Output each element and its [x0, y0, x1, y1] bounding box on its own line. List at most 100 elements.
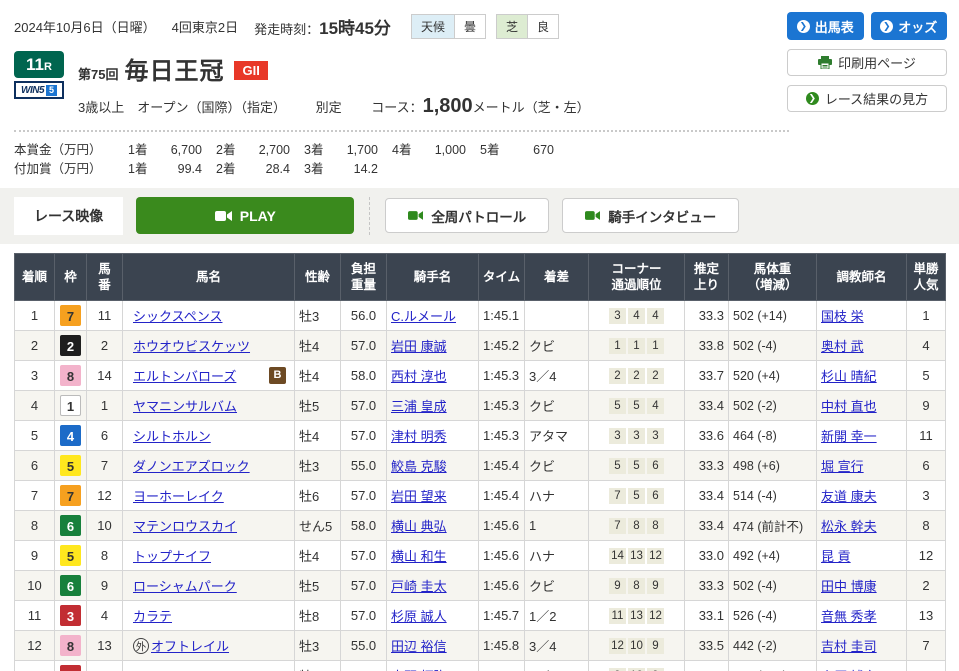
weather-box: 天候曇 [411, 14, 486, 39]
horse-number-cell: 2 [87, 331, 123, 361]
prize-place: 2着 [216, 141, 242, 160]
horse-name-link[interactable]: マテンロウスカイ [133, 519, 237, 534]
print-page-button[interactable]: 印刷用ページ [787, 49, 947, 76]
entries-button[interactable]: ❯ 出馬表 [787, 12, 864, 40]
jockey-link[interactable]: 戸崎 圭太 [391, 579, 447, 594]
jockey-link[interactable]: 鮫島 克駿 [391, 459, 447, 474]
margin-cell: 3／4 [525, 361, 589, 391]
horse-name-cell: シルトホルン [123, 421, 295, 451]
load-weight-cell: 57.0 [341, 571, 387, 601]
trainer-link[interactable]: 松永 幹夫 [821, 519, 877, 534]
bracket-badge: 6 [60, 575, 81, 596]
column-header-0: 着順 [15, 253, 55, 301]
time-cell: 1:45.6 [479, 511, 525, 541]
corner-position-box: 9 [647, 638, 664, 654]
horse-name-link[interactable]: エルトンバローズ [133, 369, 236, 384]
time-cell: 1:45.3 [479, 391, 525, 421]
jockey-link[interactable]: 横山 和生 [391, 549, 447, 564]
jockey-cell: 横山 典弘 [387, 511, 479, 541]
corner-position-box: 1 [647, 338, 664, 354]
trainer-cell: 松永 幹夫 [817, 511, 907, 541]
favorite-rank-cell: 4 [907, 331, 946, 361]
race-edition: 第75回 [78, 67, 118, 82]
sex-age-cell: 牡5 [295, 661, 341, 671]
horse-name-link[interactable]: オフトレイル [151, 639, 229, 654]
trainer-link[interactable]: 音無 秀孝 [821, 609, 877, 624]
favorite-rank-cell: 3 [907, 481, 946, 511]
horse-name-link[interactable]: ヤマニンサルバム [133, 399, 237, 414]
result-row: 1134カラテ牡857.0杉原 誠人1:45.71／211131233.1526… [15, 601, 946, 631]
bracket-cell: 8 [55, 631, 87, 661]
time-cell: 1:45.3 [479, 421, 525, 451]
trainer-link[interactable]: 中村 直也 [821, 399, 877, 414]
prize-section: 本賞金（万円）1着6,7002着2,7003着1,7004着1,0005着670… [14, 141, 945, 180]
corner-position-box: 7 [609, 488, 626, 504]
trainer-link[interactable]: 昆 貢 [821, 549, 851, 564]
horse-name-link[interactable]: ダノンエアズロック [133, 459, 250, 474]
jockey-link[interactable]: 田辺 裕信 [391, 639, 447, 654]
horse-name-link[interactable]: トップナイフ [133, 549, 211, 564]
favorite-rank-cell: 2 [907, 571, 946, 601]
horse-name-link[interactable]: ローシャムパーク [133, 579, 237, 594]
jockey-cell: C.ルメール [387, 301, 479, 331]
load-weight-cell: 57.0 [341, 331, 387, 361]
play-button[interactable]: PLAY [136, 197, 354, 234]
result-row: 8610マテンロウスカイせん558.0横山 典弘1:45.6178833.447… [15, 511, 946, 541]
horse-number-cell: 6 [87, 421, 123, 451]
prize-place: 5着 [480, 141, 506, 160]
trainer-link[interactable]: 国枝 栄 [821, 309, 864, 324]
trainer-link[interactable]: 堀 宣行 [821, 459, 864, 474]
horse-name-link[interactable]: シックスペンス [133, 309, 222, 324]
last-3f-cell: 33.6 [685, 661, 729, 671]
trainer-cell: 国枝 栄 [817, 301, 907, 331]
horse-name-link[interactable]: ヨーホーレイク [133, 489, 224, 504]
result-row: 546シルトホルン牡457.0津村 明秀1:45.3アタマ33333.6464 … [15, 421, 946, 451]
jockey-interview-button[interactable]: 騎手インタビュー [562, 198, 739, 233]
jockey-link[interactable]: 西村 淳也 [391, 369, 447, 384]
jockey-link[interactable]: 杉原 誠人 [391, 609, 447, 624]
last-3f-cell: 33.4 [685, 391, 729, 421]
horse-name-grow: ヤマニンサルバム [133, 396, 290, 415]
horse-weight-cell: 474 (前計不) [729, 511, 817, 541]
jockey-link[interactable]: 岩田 康誠 [391, 339, 447, 354]
bracket-badge: 8 [60, 635, 81, 656]
jockey-link[interactable]: 横山 典弘 [391, 519, 447, 534]
column-header-12: 調教師名 [817, 253, 907, 301]
horse-name-cell: ニシノスーベニア [123, 661, 295, 671]
jockey-cell: 大野 拓弥 [387, 661, 479, 671]
trainer-link[interactable]: 杉山 晴紀 [821, 369, 877, 384]
jockey-link[interactable]: 岩田 望来 [391, 489, 447, 504]
weight-rule: 別定 [316, 100, 342, 115]
margin-cell: 1 [525, 511, 589, 541]
horse-name-link[interactable]: ホウオウビスケッツ [133, 339, 250, 354]
horse-name-link[interactable]: シルトホルン [133, 429, 211, 444]
trainer-link[interactable]: 友道 康夫 [821, 489, 877, 504]
horse-name-wrap: マテンロウスカイ [127, 516, 290, 535]
finish-position-cell: 6 [15, 451, 55, 481]
bracket-badge: 1 [60, 395, 81, 416]
jockey-link[interactable]: 三浦 皇成 [391, 399, 447, 414]
sex-age-cell: 牡3 [295, 301, 341, 331]
trainer-cell: 奥村 武 [817, 331, 907, 361]
jockey-link[interactable]: 津村 明秀 [391, 429, 447, 444]
trainer-link[interactable]: 新開 幸一 [821, 429, 877, 444]
last-3f-cell: 33.5 [685, 631, 729, 661]
bracket-cell: 1 [55, 391, 87, 421]
result-guide-button[interactable]: ❯ レース結果の見方 [787, 85, 947, 112]
race-video-tab[interactable]: レース映像 [14, 197, 123, 235]
jockey-link[interactable]: C.ルメール [391, 309, 456, 324]
added-prize-row: 付加賞（万円）1着99.42着28.43着14.2 [14, 160, 945, 179]
horse-name-link[interactable]: カラテ [133, 609, 172, 624]
trainer-link[interactable]: 吉村 圭司 [821, 639, 877, 654]
horse-number-cell: 10 [87, 511, 123, 541]
prize-amount: 99.4 [154, 160, 202, 179]
trainer-link[interactable]: 奥村 武 [821, 339, 864, 354]
corner-position-box: 2 [628, 368, 645, 384]
trainer-link[interactable]: 田中 博康 [821, 579, 877, 594]
odds-button[interactable]: ❯ オッズ [871, 12, 948, 40]
result-row: 657ダノンエアズロック牡355.0鮫島 克駿1:45.4クビ55633.349… [15, 451, 946, 481]
sex-age-cell: 牡3 [295, 451, 341, 481]
corner-position-box: 3 [628, 428, 645, 444]
patrol-video-button[interactable]: 全周パトロール [385, 198, 549, 233]
horse-name-grow: シルトホルン [133, 426, 290, 445]
